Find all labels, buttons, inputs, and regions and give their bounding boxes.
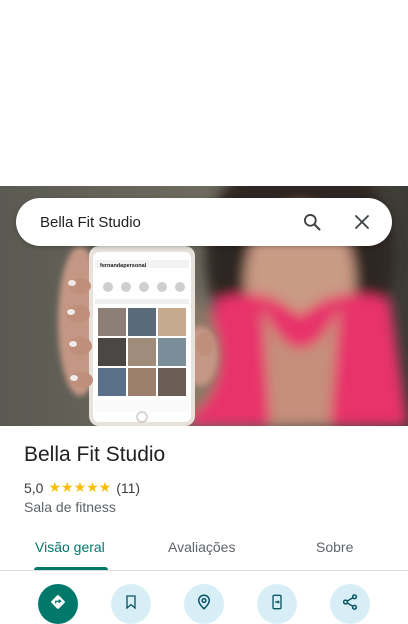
send-to-phone-icon [269, 593, 285, 616]
active-tab-indicator [34, 567, 108, 570]
place-tabs: Visão geral Avaliações Sobre [0, 527, 408, 571]
share-button[interactable] [330, 584, 370, 624]
tab-about[interactable]: Sobre [316, 539, 353, 555]
action-buttons [0, 584, 408, 624]
search-bar[interactable]: Bella Fit Studio [16, 198, 392, 246]
save-button[interactable] [111, 584, 151, 624]
star-rating-icon: ★★★★★ [48, 479, 112, 495]
rating-row[interactable]: 5,0 ★★★★★ (11) [24, 479, 140, 496]
nearby-button[interactable] [184, 584, 224, 624]
share-icon [341, 593, 359, 616]
tab-reviews[interactable]: Avaliações [168, 539, 235, 555]
phone-username: fernandapersonal [100, 263, 147, 269]
map-blank-area [0, 0, 408, 186]
search-icon[interactable] [300, 210, 324, 234]
tab-overview[interactable]: Visão geral [35, 539, 105, 555]
nearby-icon [195, 593, 213, 616]
review-count[interactable]: (11) [116, 480, 140, 496]
bookmark-icon [123, 594, 139, 615]
place-category[interactable]: Sala de fitness [24, 499, 116, 515]
rating-value: 5,0 [24, 479, 44, 496]
search-input[interactable]: Bella Fit Studio [16, 214, 300, 231]
directions-button[interactable] [38, 584, 78, 624]
place-title: Bella Fit Studio [24, 443, 166, 466]
send-to-phone-button[interactable] [257, 584, 297, 624]
close-icon[interactable] [350, 210, 374, 234]
directions-icon [49, 593, 67, 616]
